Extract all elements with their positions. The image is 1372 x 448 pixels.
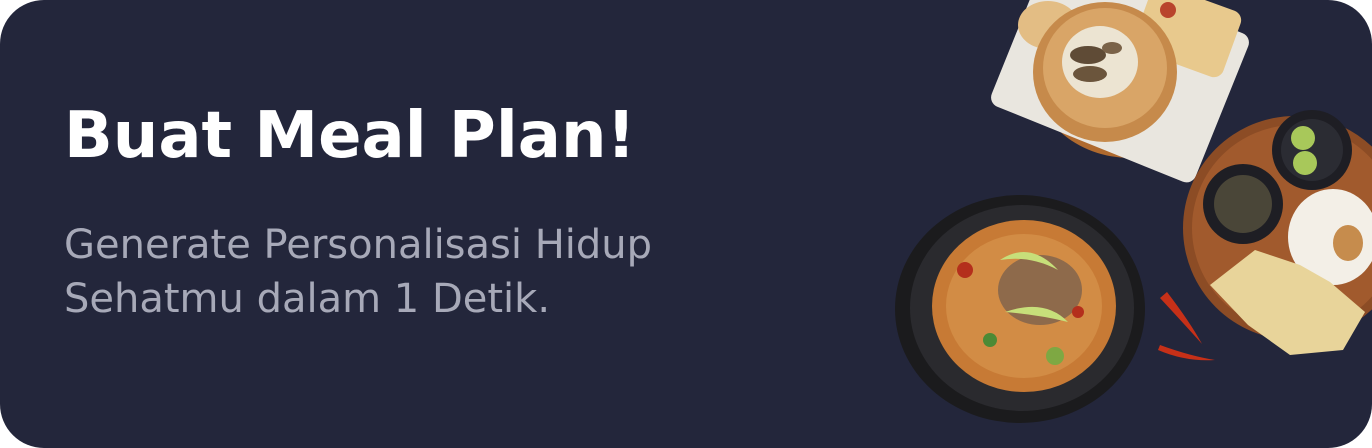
curry-pot-image	[895, 195, 1145, 423]
food-illustration	[895, 0, 1372, 423]
rice-platter-image	[1183, 110, 1372, 355]
red-chili-image	[1158, 292, 1215, 361]
meal-plan-banner[interactable]: Buat Meal Plan! Generate Personalisasi H…	[0, 0, 1372, 448]
